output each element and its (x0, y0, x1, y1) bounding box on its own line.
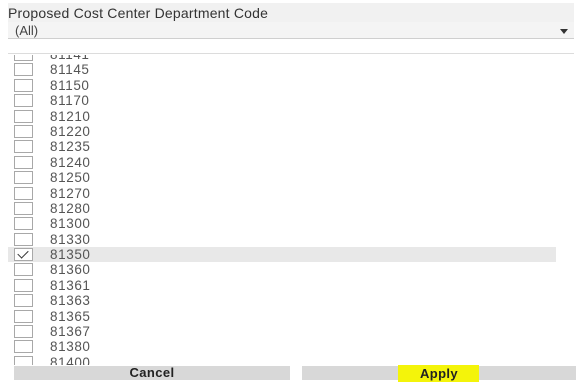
chevron-down-icon[interactable] (560, 29, 568, 34)
list-item[interactable]: 81330 (8, 232, 556, 247)
checkbox[interactable] (14, 94, 33, 108)
list-item[interactable]: 81361 (8, 278, 556, 293)
checkbox[interactable] (14, 340, 33, 354)
list-item[interactable]: 81150 (8, 78, 556, 93)
list-item[interactable]: 81350 (8, 247, 556, 263)
cancel-button-label: Cancel (129, 365, 175, 380)
checkmark-icon (17, 247, 29, 259)
list-item[interactable]: 81235 (8, 139, 556, 154)
list-item[interactable]: 81170 (8, 93, 556, 108)
filter-footer: Cancel Apply (0, 365, 582, 383)
list-item-label: 81141 (50, 55, 90, 62)
filter-title: Proposed Cost Center Department Code (8, 3, 574, 23)
list-item-label: 81240 (50, 154, 91, 170)
checkbox[interactable] (14, 78, 33, 92)
value-list-items: 8114181145811508117081210812208123581240… (8, 55, 574, 366)
list-item[interactable]: 81240 (8, 155, 556, 170)
checkbox[interactable] (14, 294, 33, 308)
list-item-label: 81170 (50, 93, 90, 109)
checkbox[interactable] (14, 186, 33, 200)
list-item-label: 81361 (50, 277, 91, 293)
value-list[interactable]: 8114181145811508117081210812208123581240… (8, 55, 574, 366)
filter-dropdown[interactable]: (All) (8, 22, 574, 39)
checkbox[interactable] (14, 55, 33, 61)
list-item-label: 81360 (50, 262, 91, 278)
list-item[interactable]: 81210 (8, 109, 556, 124)
list-item-label: 81300 (50, 216, 91, 232)
filter-panel: Proposed Cost Center Department Code (Al… (0, 0, 582, 383)
list-item-label: 81280 (50, 200, 91, 216)
list-item-label: 81330 (50, 231, 91, 247)
dropdown-selected-value: (All) (15, 23, 39, 38)
checkbox[interactable] (14, 155, 33, 169)
checkbox[interactable] (14, 309, 33, 323)
apply-button-label[interactable]: Apply (302, 366, 576, 381)
list-item-label: 81145 (50, 62, 90, 78)
list-item-label: 81150 (50, 77, 90, 93)
list-item-label: 81350 (50, 247, 91, 263)
list-item[interactable]: 81300 (8, 216, 556, 231)
checkbox[interactable] (14, 109, 33, 123)
list-item[interactable]: 81365 (8, 309, 556, 324)
checkbox[interactable] (14, 63, 33, 77)
list-item-label: 81235 (50, 139, 91, 155)
list-item[interactable]: 81380 (8, 339, 556, 354)
list-item-label: 81363 (50, 293, 91, 309)
list-item[interactable]: 81363 (8, 293, 556, 308)
list-item[interactable]: 81270 (8, 186, 556, 201)
list-item[interactable]: 81141 (8, 55, 556, 62)
list-item-label: 81250 (50, 170, 91, 186)
list-item[interactable]: 81360 (8, 262, 556, 277)
list-item-label: 81365 (50, 308, 91, 324)
checkbox[interactable] (14, 140, 33, 154)
list-item-label: 81380 (50, 339, 91, 355)
checkbox[interactable] (14, 278, 33, 292)
list-item-label: 81210 (50, 108, 91, 124)
list-item-label: 81220 (50, 123, 91, 139)
cancel-button[interactable]: Cancel (14, 366, 290, 380)
list-item[interactable]: 81250 (8, 170, 556, 185)
checkbox[interactable] (14, 247, 33, 262)
checkbox[interactable] (14, 232, 33, 246)
list-item[interactable]: 81367 (8, 324, 556, 339)
search-input[interactable] (8, 39, 574, 54)
checkbox[interactable] (14, 124, 33, 138)
checkbox[interactable] (14, 263, 33, 277)
checkbox[interactable] (14, 201, 33, 215)
checkbox[interactable] (14, 325, 33, 339)
list-item-label: 81270 (50, 185, 91, 201)
checkbox[interactable] (14, 217, 33, 231)
checkbox[interactable] (14, 171, 33, 185)
list-item[interactable]: 81220 (8, 124, 556, 139)
list-item[interactable]: 81280 (8, 201, 556, 216)
list-item[interactable]: 81145 (8, 62, 556, 77)
list-item-label: 81367 (50, 324, 91, 340)
